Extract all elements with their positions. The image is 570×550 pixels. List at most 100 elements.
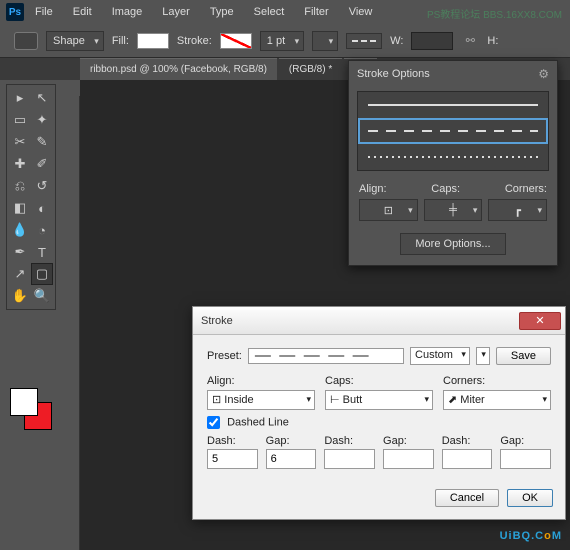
eraser-tool[interactable]: ◧ <box>9 197 31 219</box>
more-options-button[interactable]: More Options... <box>400 233 505 255</box>
stroke-options-popover: Stroke Options ⚙ Align: Caps: Corners: ⊡… <box>348 60 558 266</box>
dlg-corners-value: Miter <box>460 394 484 406</box>
wm-text: o <box>544 530 552 542</box>
lasso-tool[interactable]: ✦ <box>31 109 53 131</box>
toolbox: ▸↖ ▭✦ ✂✎ ✚✐ ⎌↺ ◧◐ 💧◔ ✒T ↗▢ ✋🔍 <box>6 84 56 310</box>
pen-tool[interactable]: ✒ <box>9 241 31 263</box>
popover-title: Stroke Options <box>357 68 430 80</box>
hand-tool[interactable]: ✋ <box>9 285 31 307</box>
corners-dropdown[interactable]: ┏ <box>488 199 547 221</box>
gradient-tool[interactable]: ◐ <box>31 197 53 219</box>
gap1-input[interactable] <box>266 449 317 469</box>
width-field[interactable] <box>411 32 453 50</box>
stroke-style-dropdown[interactable] <box>346 33 382 49</box>
move-tool[interactable]: ↖ <box>31 87 53 109</box>
caps-icon: ⊢ <box>330 394 340 406</box>
dash1-label: Dash: <box>207 435 258 447</box>
dash3-input[interactable] <box>442 449 493 469</box>
dlg-caps-value: Butt <box>343 394 363 406</box>
menu-view[interactable]: View <box>340 2 382 22</box>
color-swatches[interactable] <box>10 388 52 430</box>
caps-dropdown[interactable]: ╪ <box>424 199 483 221</box>
ruler-vertical <box>64 96 80 550</box>
close-button[interactable]: ✕ <box>519 312 561 330</box>
blur-tool[interactable]: 💧 <box>9 219 31 241</box>
shape-tool[interactable]: ▢ <box>31 263 53 285</box>
gap1-label: Gap: <box>266 435 317 447</box>
gap3-label: Gap: <box>500 435 551 447</box>
fill-label: Fill: <box>112 35 129 47</box>
menu-file[interactable]: File <box>26 2 62 22</box>
watermark-top: PS教程论坛 BBS.16XX8.COM <box>427 6 562 21</box>
preset-dropdown[interactable]: Custom <box>410 347 470 365</box>
corners-icon: ⬈ <box>448 394 457 406</box>
zoom-tool[interactable]: 🔍 <box>31 285 53 307</box>
menu-select[interactable]: Select <box>245 2 294 22</box>
dlg-align-value: Inside <box>224 394 253 406</box>
document-tab-active[interactable]: ribbon.psd @ 100% (Facebook, RGB/8) <box>80 58 277 80</box>
align-dropdown[interactable]: ⊡ <box>359 199 418 221</box>
align-label: Align: <box>359 183 387 195</box>
type-tool[interactable]: T <box>31 241 53 263</box>
stroke-style-dashed[interactable] <box>358 118 548 144</box>
dlg-caps-label: Caps: <box>325 375 433 387</box>
crop-tool[interactable]: ✎ <box>31 131 53 153</box>
menu-edit[interactable]: Edit <box>64 2 101 22</box>
stroke-dialog: Stroke ✕ Preset: — — — — — Custom Save A… <box>192 306 566 520</box>
path-tool[interactable]: ↗ <box>9 263 31 285</box>
preset-label: Preset: <box>207 350 242 362</box>
stroke-style-solid[interactable] <box>358 92 548 118</box>
wm-text: M <box>552 530 562 542</box>
stamp-tool[interactable]: ⎌ <box>9 175 31 197</box>
menu-type[interactable]: Type <box>201 2 243 22</box>
foreground-color-swatch[interactable] <box>10 388 38 416</box>
cancel-button[interactable]: Cancel <box>435 489 499 507</box>
ok-button[interactable]: OK <box>507 489 553 507</box>
history-tool[interactable]: ↺ <box>31 175 53 197</box>
stroke-swatch[interactable] <box>220 33 252 49</box>
gap2-input[interactable] <box>383 449 434 469</box>
watermark-bottom: UiBQ.CoM <box>500 523 562 544</box>
gap3-input[interactable] <box>500 449 551 469</box>
dashed-line-checkbox[interactable] <box>207 416 220 429</box>
wand-tool[interactable]: ✂ <box>9 131 31 153</box>
height-label: H: <box>487 35 498 47</box>
tool-preset-icon[interactable] <box>14 32 38 50</box>
wm-text: UiBQ.C <box>500 530 545 542</box>
dash1-input[interactable] <box>207 449 258 469</box>
save-button[interactable]: Save <box>496 347 551 365</box>
app-logo: Ps <box>6 3 24 21</box>
dlg-caps-dropdown[interactable]: ⊢ Butt <box>325 390 433 410</box>
dlg-corners-dropdown[interactable]: ⬈ Miter <box>443 390 551 410</box>
gap2-label: Gap: <box>383 435 434 447</box>
link-wh-icon[interactable]: ⚯ <box>461 32 479 50</box>
preset-dropdown-arrow[interactable] <box>476 347 490 365</box>
dodge-tool[interactable]: ◔ <box>31 219 53 241</box>
caps-label: Caps: <box>431 183 460 195</box>
eyedropper-tool[interactable]: ✚ <box>9 153 31 175</box>
fill-swatch[interactable] <box>137 33 169 49</box>
dialog-title: Stroke <box>201 315 233 327</box>
menu-layer[interactable]: Layer <box>153 2 199 22</box>
shape-mode-dropdown[interactable]: Shape <box>46 31 104 51</box>
preset-preview: — — — — — <box>248 348 404 364</box>
options-bar: Shape Fill: Stroke: 1 pt W: ⚯ H: <box>0 24 570 58</box>
document-tab-2[interactable]: (RGB/8) * <box>279 58 342 80</box>
dlg-align-dropdown[interactable]: ⊡ Inside <box>207 390 315 410</box>
brush-tool[interactable]: ✐ <box>31 153 53 175</box>
dash2-input[interactable] <box>324 449 375 469</box>
stroke-width-dropdown[interactable]: 1 pt <box>260 31 304 51</box>
dashed-line-label: Dashed Line <box>227 416 289 428</box>
stroke-width-stepper[interactable] <box>312 31 338 51</box>
corners-label: Corners: <box>505 183 547 195</box>
width-label: W: <box>390 35 403 47</box>
dlg-corners-label: Corners: <box>443 375 551 387</box>
menu-image[interactable]: Image <box>103 2 152 22</box>
menu-filter[interactable]: Filter <box>295 2 337 22</box>
tool-collapse-icon[interactable]: ▸ <box>9 87 31 109</box>
stroke-label: Stroke: <box>177 35 212 47</box>
dash3-label: Dash: <box>442 435 493 447</box>
marquee-tool[interactable]: ▭ <box>9 109 31 131</box>
gear-icon[interactable]: ⚙ <box>538 67 549 81</box>
stroke-style-dotted[interactable] <box>358 144 548 170</box>
